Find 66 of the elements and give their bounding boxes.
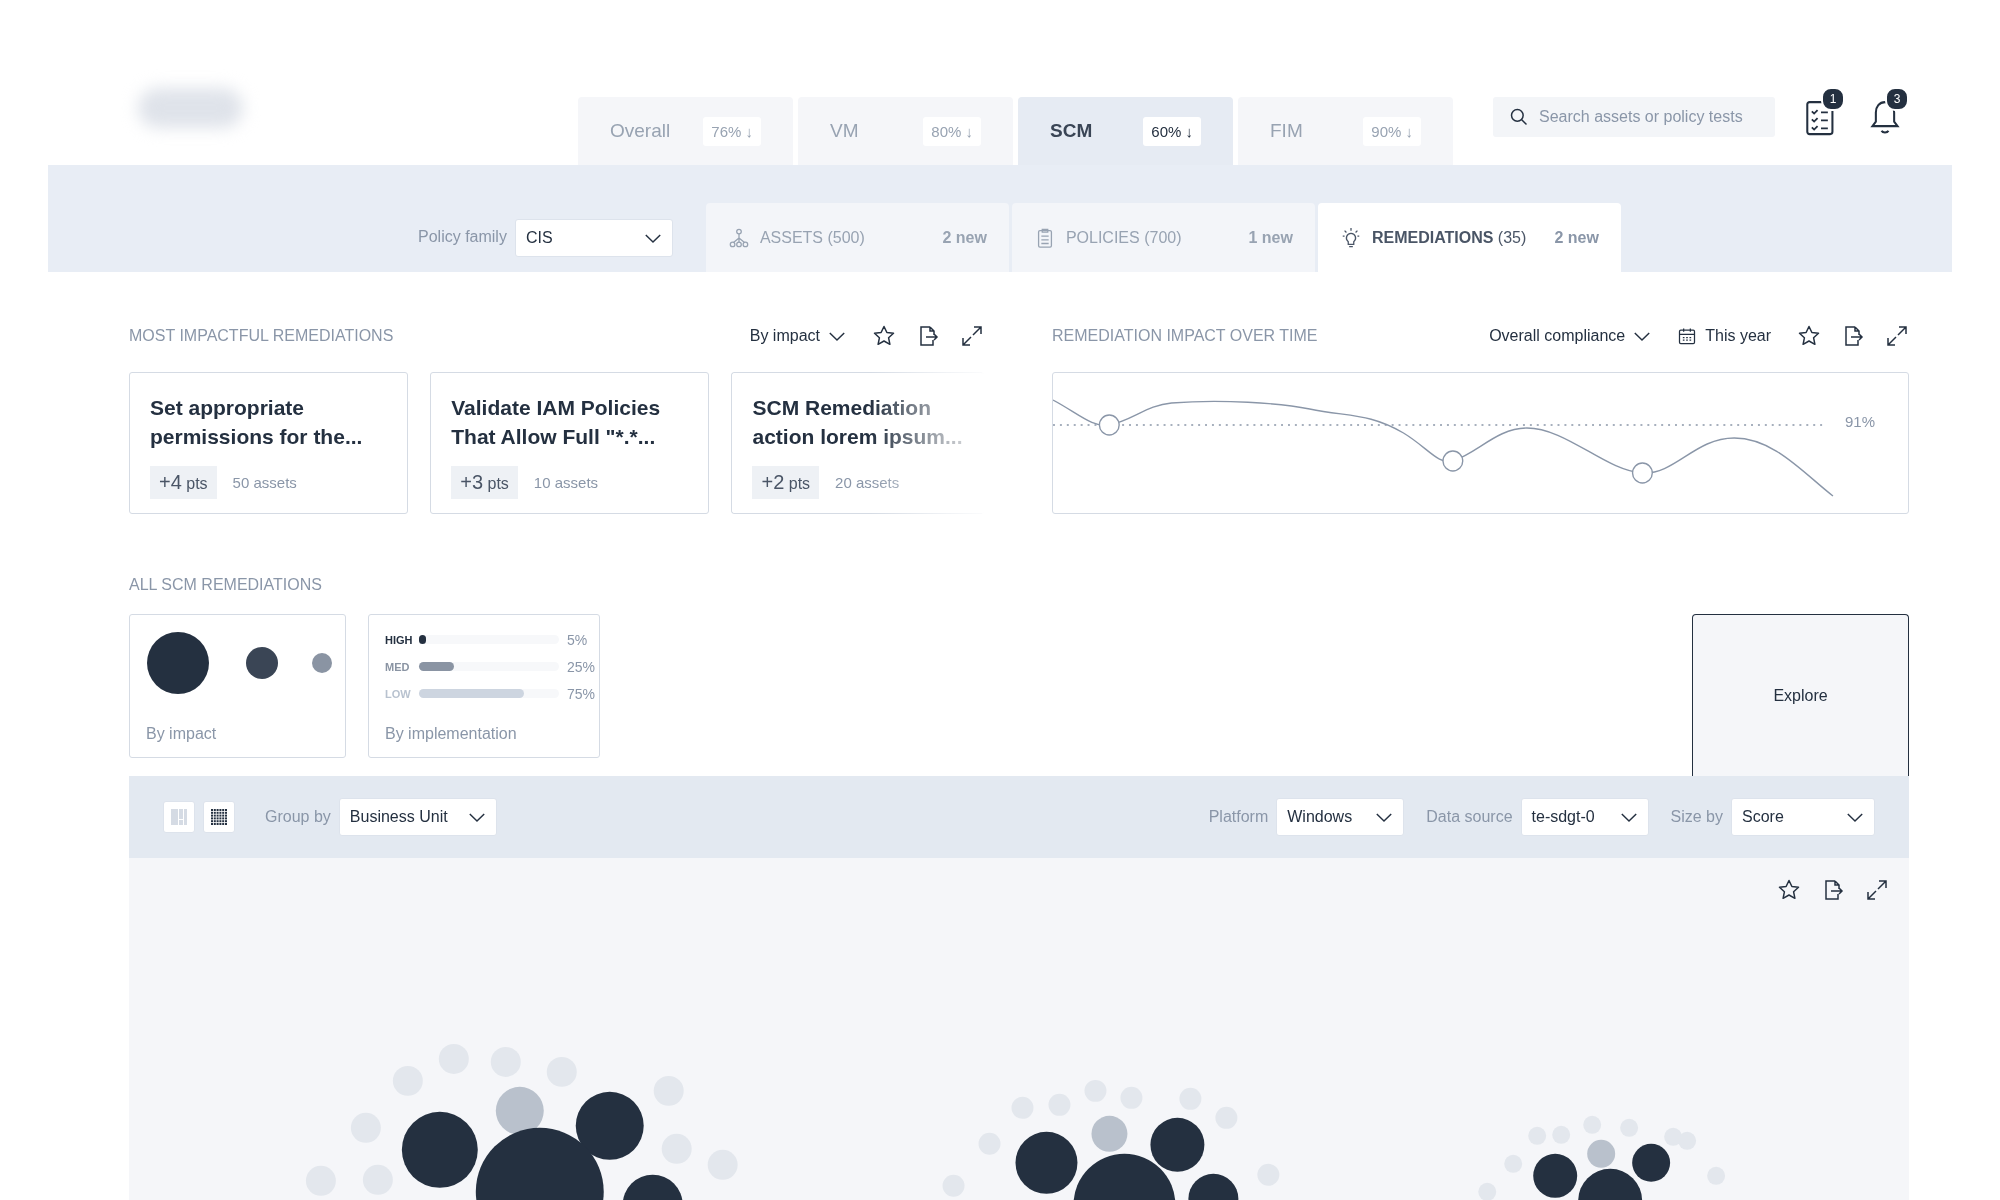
- chevron-down-icon: [1633, 330, 1652, 342]
- card-label: By implementation: [385, 725, 518, 743]
- data-source-select[interactable]: te-sdgt-0: [1520, 798, 1649, 836]
- chevron-down-icon: [467, 811, 486, 823]
- asset-count: 50 assets: [232, 474, 297, 491]
- search-icon: [1509, 107, 1529, 127]
- count-badge: 1: [1821, 87, 1845, 111]
- remediation-title: Set appropriate permissions for the...: [150, 395, 364, 451]
- target-label: 91%: [1845, 413, 1876, 430]
- data-point: [1098, 414, 1120, 436]
- expand-icon[interactable]: [960, 324, 984, 348]
- level-percent: 5%: [567, 631, 588, 648]
- level-label: HIGH: [385, 633, 414, 646]
- chevron-down-icon: [643, 232, 662, 244]
- platform-select[interactable]: Windows: [1276, 798, 1405, 836]
- level-percent: 25%: [567, 658, 596, 675]
- remediation-card[interactable]: Validate IAM Policies That Allow Full "*.*... +3 pts 10 assets: [430, 372, 710, 514]
- card-label: By impact: [146, 725, 218, 743]
- policy-family-label: Policy family: [418, 228, 507, 246]
- chevron-down-icon: [1846, 811, 1864, 823]
- remediation-card[interactable]: SCM Remediation action lorem ipsum... +2 pts 20 assets: [731, 372, 984, 514]
- chevron-down-icon: [828, 330, 846, 342]
- section-title: MOST IMPACTFUL REMEDIATIONS: [129, 327, 394, 345]
- explore-button[interactable]: Explore: [1692, 614, 1909, 776]
- remediation-title: SCM Remediation action lorem ipsum...: [752, 395, 964, 451]
- count-badge: 3: [1885, 87, 1909, 111]
- asset-count: 20 assets: [835, 474, 900, 491]
- section-title: REMEDIATION IMPACT OVER TIME: [1052, 327, 1318, 345]
- section-title: ALL SCM REMEDIATIONS: [129, 576, 323, 594]
- grid-icon: [209, 807, 229, 827]
- score-tab[interactable]: SCM 60% ↓: [1018, 97, 1233, 165]
- expand-icon[interactable]: [1885, 324, 1909, 348]
- search-field[interactable]: Search assets or policy tests: [1493, 97, 1775, 137]
- data-source-label: Data source: [1426, 808, 1513, 826]
- star-icon[interactable]: [1797, 324, 1821, 348]
- star-icon[interactable]: [1777, 878, 1801, 902]
- calendar-icon: [1677, 326, 1698, 346]
- star-icon[interactable]: [872, 324, 896, 348]
- points-badge: +4 pts: [150, 466, 217, 499]
- remediation-card[interactable]: Set appropriate permissions for the... +4 pts 50 assets: [129, 372, 409, 514]
- chevron-down-icon: [1619, 811, 1638, 823]
- level-label: LOW: [385, 687, 412, 700]
- size-by-select[interactable]: Score: [1731, 798, 1875, 836]
- asset-count: 10 assets: [533, 474, 599, 491]
- metric-dropdown[interactable]: Overall compliance: [1489, 327, 1652, 345]
- hierarchy-icon: [727, 226, 750, 249]
- sort-dropdown[interactable]: By impact: [749, 327, 846, 345]
- points-badge: +3 pts: [451, 466, 518, 499]
- section-tab[interactable]: REMEDIATIONS (35) 2 new: [1317, 203, 1621, 272]
- data-point: [1442, 450, 1464, 472]
- data-point: [1631, 462, 1653, 484]
- expand-icon[interactable]: [1865, 878, 1889, 902]
- group-by-select[interactable]: Business Unit: [338, 798, 497, 836]
- period-button[interactable]: This year: [1677, 326, 1771, 346]
- platform-label: Platform: [1208, 808, 1269, 826]
- group-by-label: Group by: [265, 808, 331, 826]
- level-label: MED: [385, 660, 411, 673]
- points-badge: +2 pts: [752, 466, 820, 499]
- remediation-title: Validate IAM Policies That Allow Full "*.*...: [451, 395, 662, 451]
- chevron-down-icon: [1375, 811, 1394, 823]
- columns-icon: [169, 807, 189, 827]
- implementation-summary-card[interactable]: HIGH 5% MED 25% LOW 75% By implementation: [368, 614, 600, 758]
- policy-family-select[interactable]: CIS: [514, 219, 673, 257]
- level-percent: 75%: [567, 685, 596, 702]
- grid-view-button[interactable]: [203, 801, 235, 833]
- size-by-label: Size by: [1670, 808, 1723, 826]
